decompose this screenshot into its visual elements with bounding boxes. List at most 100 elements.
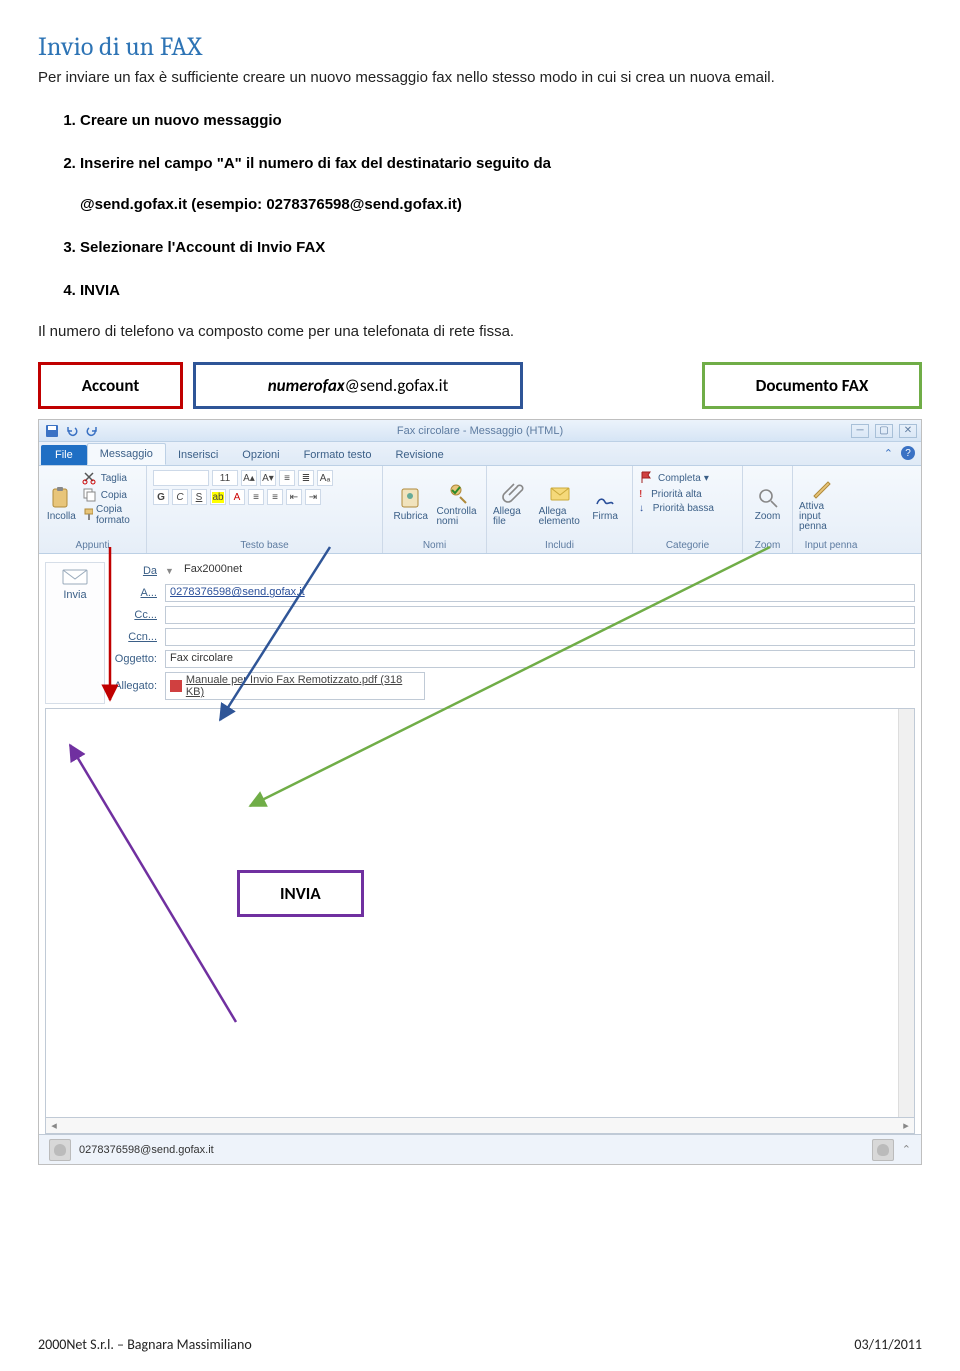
expand-icon[interactable]: ⌃ [902,1143,911,1156]
tab-revisione[interactable]: Revisione [383,445,455,465]
highlight-icon[interactable]: ab [210,489,226,505]
grow-font-icon[interactable]: A▴ [241,470,257,486]
attachment-name: Manuale per Invio Fax Remotizzato.pdf (3… [186,674,420,698]
presence-avatar-icon [49,1139,71,1161]
callout-documento: Documento FAX [702,362,922,409]
tab-file[interactable]: File [41,445,87,465]
group-ink-label: Input penna [799,538,863,551]
paste-button[interactable]: Incolla [45,470,78,538]
bcc-field[interactable] [165,628,915,646]
align-center-icon[interactable]: ≡ [267,489,283,505]
underline-button[interactable]: S [191,489,207,505]
minimize-button[interactable]: ─ [851,424,869,438]
paste-label: Incolla [47,512,76,522]
step-2-text: Inserire nel campo "A" il numero di fax … [80,155,551,172]
cut-button[interactable]: Taglia [82,470,140,486]
numbering-icon[interactable]: ≣ [298,470,314,486]
ribbon-tabs: File Messaggio Inserisci Opzioni Formato… [39,442,921,466]
send-button[interactable]: Invia [45,562,105,704]
vertical-scrollbar[interactable] [898,709,914,1117]
copy-button[interactable]: Copia [82,487,140,503]
low-priority-button[interactable]: ↓ Priorità bassa [639,503,714,514]
step-1: Creare un nuovo messaggio [80,110,922,131]
callout-invia: INVIA [237,870,364,917]
followup-button[interactable]: Completa ▾ [639,470,714,486]
italic-button[interactable]: C [172,489,188,505]
quick-access-toolbar: Fax circolare - Messaggio (HTML) ─ ▢ ✕ [39,420,921,442]
step-4-text: INVIA [80,282,120,299]
from-value: Fax2000net [180,562,915,580]
indent-dec-icon[interactable]: ⇤ [286,489,302,505]
post-text: Il numero di telefono va composto come p… [38,323,922,340]
zoom-button[interactable]: Zoom [749,470,786,538]
group-font-label: Testo base [153,538,376,551]
callout-faxaddr: numerofax@send.gofax.it [193,362,523,409]
from-label[interactable]: Da [109,565,165,577]
bold-button[interactable]: G [153,489,169,505]
font-size-select[interactable]: 11 [212,470,238,486]
attach-item-button[interactable]: Allega elemento [539,470,581,538]
group-ink: Attiva input penna Input penna [793,466,869,553]
footer-left: 2000Net S.r.l. – Bagnara Massimiliano [38,1336,252,1353]
horizontal-scrollbar[interactable]: ◂▸ [45,1118,915,1134]
pdf-icon [170,680,182,692]
group-clipboard-label: Appunti [45,538,140,551]
indent-inc-icon[interactable]: ⇥ [305,489,321,505]
tab-messaggio[interactable]: Messaggio [87,443,166,465]
to-label[interactable]: A... [109,587,165,599]
group-zoom: Zoom Zoom [743,466,793,553]
step-2-sub: @send.gofax.it (esempio: 0278376598@send… [80,194,922,215]
styles-icon[interactable]: Aₐ [317,470,333,486]
font-family-select[interactable] [153,470,209,486]
send-label: Invia [63,589,86,601]
high-priority-button[interactable]: ! Priorità alta [639,489,714,500]
group-include-label: Includi [493,538,626,551]
align-left-icon[interactable]: ≡ [248,489,264,505]
maximize-button[interactable]: ▢ [875,424,893,438]
bcc-label[interactable]: Ccn... [109,631,165,643]
attach-file-button[interactable]: Allega file [493,470,535,538]
step-1-text: Creare un nuovo messaggio [80,112,282,129]
steps-list: Creare un nuovo messaggio Inserire nel c… [80,110,922,301]
check-names-button[interactable]: Controlla nomi [437,470,481,538]
shrink-font-icon[interactable]: A▾ [260,470,276,486]
cc-label[interactable]: Cc... [109,609,165,621]
font-color-icon[interactable]: A [229,489,245,505]
bullets-icon[interactable]: ≡ [279,470,295,486]
step-3-text: Selezionare l'Account di Invio FAX [80,239,325,256]
cc-field[interactable] [165,606,915,624]
ribbon: Incolla Taglia Copia Copia formato Appun… [39,466,921,554]
subject-label: Oggetto: [109,653,165,665]
tab-opzioni[interactable]: Opzioni [230,445,291,465]
callout-account: Account [38,362,183,409]
ink-button[interactable]: Attiva input penna [799,470,845,538]
attachment-chip[interactable]: Manuale per Invio Fax Remotizzato.pdf (3… [165,672,425,700]
group-categorize: Completa ▾ ! Priorità alta ↓ Priorità ba… [633,466,743,553]
step-4: INVIA [80,280,922,301]
tab-inserisci[interactable]: Inserisci [166,445,230,465]
help-icon[interactable]: ? [901,446,915,460]
footer-right: 03/11/2011 [854,1336,922,1353]
close-button[interactable]: ✕ [899,424,917,438]
contact-photo-icon [872,1139,894,1161]
to-field[interactable]: 0278376598@send.gofax.it [165,584,915,602]
group-names-label: Nomi [389,538,480,551]
group-clipboard: Incolla Taglia Copia Copia formato Appun… [39,466,147,553]
format-painter-button[interactable]: Copia formato [82,504,140,526]
callout-fax-prefix: numerofax [268,375,345,396]
page-footer: 2000Net S.r.l. – Bagnara Massimiliano 03… [38,1336,922,1353]
callout-row: Account numerofax@send.gofax.it Document… [38,362,922,409]
subject-field[interactable]: Fax circolare [165,650,915,668]
group-zoom-label: Zoom [749,538,786,551]
status-bar: 0278376598@send.gofax.it ⌃ [39,1134,921,1164]
attachment-label: Allegato: [109,680,165,692]
group-categorize-label: Categorie [639,538,736,551]
message-header-fields: Invia Da▼ Fax2000net A...0278376598@send… [39,554,921,704]
signature-button[interactable]: Firma [584,470,626,538]
ribbon-collapse-icon[interactable]: ⌃ [884,447,893,460]
address-book-button[interactable]: Rubrica [389,470,433,538]
page-title: Invio di un FAX [38,32,922,62]
message-body[interactable] [45,708,915,1118]
group-include: Allega file Allega elemento Firma Includ… [487,466,633,553]
tab-formato[interactable]: Formato testo [292,445,384,465]
